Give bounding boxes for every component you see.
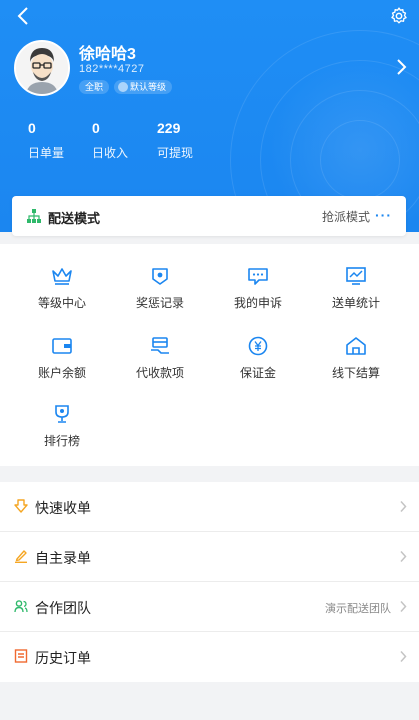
grid-item-account-balance[interactable]: 账户余额 — [12, 336, 112, 381]
grid-item-collection[interactable]: 代收款项 — [110, 336, 210, 381]
chevron-right-icon — [400, 500, 407, 513]
grid-item-my-appeal[interactable]: 我的申诉 — [208, 266, 308, 311]
grid-label: 排行榜 — [43, 434, 80, 448]
avatar-illustration-icon — [16, 42, 68, 94]
stat-label: 可提现 — [157, 146, 194, 160]
profile-chevron-right-icon[interactable] — [395, 58, 407, 76]
grid-item-leaderboard[interactable]: 排行榜 — [12, 404, 112, 449]
feature-grid: 等级中心 奖惩记录 我的申诉 送单统计 账户余额 代收款项 保证金 线下结算 排… — [0, 244, 419, 466]
menu-item-order-history[interactable]: 历史订单 — [0, 632, 419, 682]
settings-gear-icon[interactable] — [389, 6, 409, 26]
menu-item-manual-entry[interactable]: 自主录单 — [0, 532, 419, 582]
history-icon — [14, 649, 28, 663]
grid-label: 保证金 — [239, 366, 276, 380]
home-icon — [346, 337, 366, 355]
yuan-icon — [248, 336, 268, 356]
grid-item-offline-settlement[interactable]: 线下结算 — [306, 336, 406, 381]
grid-item-level-center[interactable]: 等级中心 — [12, 266, 112, 311]
grid-item-delivery-stats[interactable]: 送单统计 — [306, 266, 406, 311]
stat-withdrawable[interactable]: 229 可提现 — [157, 120, 193, 161]
fast-receive-icon — [14, 499, 28, 513]
user-phone: 182****4727 — [79, 63, 145, 75]
wallet-icon — [52, 338, 72, 354]
payment-icon — [151, 337, 169, 354]
grid-label: 代收款项 — [135, 366, 184, 380]
stat-label: 日单量 — [28, 146, 65, 160]
grid-item-deposit[interactable]: 保证金 — [208, 336, 308, 381]
employment-badge: 全职 — [79, 80, 110, 94]
trophy-icon — [55, 405, 69, 423]
stat-value: 0 — [28, 120, 36, 136]
menu-label: 合作团队 — [35, 600, 91, 616]
level-badge: 默认等级 — [114, 80, 173, 94]
chart-icon — [346, 267, 366, 285]
user-name: 徐哈哈3 — [79, 46, 136, 63]
stat-daily-orders[interactable]: 0 日单量 — [28, 120, 64, 161]
grid-label: 送单统计 — [331, 296, 380, 310]
avatar[interactable] — [14, 40, 70, 96]
menu-item-fast-receive[interactable]: 快速收单 — [0, 482, 419, 532]
grid-label: 奖惩记录 — [135, 296, 184, 310]
org-tree-icon — [27, 209, 41, 223]
delivery-mode-card[interactable]: 配送模式 抢派模式 ··· — [12, 196, 406, 236]
crown-icon — [52, 268, 72, 285]
team-name: 演示配送团队 — [325, 603, 391, 615]
menu-item-partner-team[interactable]: 合作团队 演示配送团队 — [0, 582, 419, 632]
menu-label: 自主录单 — [35, 550, 91, 566]
level-icon — [118, 82, 128, 92]
grid-label: 账户余额 — [37, 366, 86, 380]
delivery-mode-value[interactable]: 抢派模式 — [322, 208, 370, 225]
menu-list: 快速收单 自主录单 合作团队 演示配送团队 历史订单 — [0, 482, 419, 682]
edit-icon — [15, 550, 27, 563]
stat-label: 日收入 — [92, 146, 129, 160]
grid-label: 线下结算 — [331, 366, 380, 380]
team-icon — [14, 600, 28, 613]
stat-value: 229 — [157, 120, 181, 136]
stat-value: 0 — [92, 120, 100, 136]
grid-label: 我的申诉 — [233, 296, 282, 310]
message-icon — [248, 268, 268, 285]
menu-label: 快速收单 — [35, 500, 91, 516]
back-arrow-icon[interactable] — [12, 4, 36, 28]
shield-record-icon — [152, 268, 168, 285]
chevron-right-icon — [400, 650, 407, 663]
grid-item-reward-record[interactable]: 奖惩记录 — [110, 266, 210, 311]
level-badge-label: 默认等级 — [130, 82, 167, 92]
grid-label: 等级中心 — [37, 296, 86, 310]
delivery-mode-title: 配送模式 — [48, 211, 101, 226]
chevron-right-icon — [400, 600, 407, 613]
chevron-right-icon — [400, 550, 407, 563]
decor-ring — [320, 120, 400, 200]
stat-daily-income[interactable]: 0 日收入 — [92, 120, 128, 161]
more-options-icon[interactable]: ··· — [375, 207, 392, 223]
menu-label: 历史订单 — [35, 650, 91, 666]
